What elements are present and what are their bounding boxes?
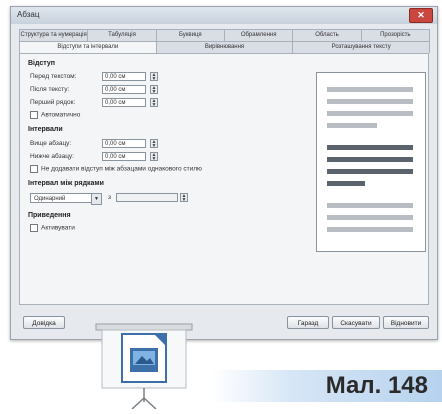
preview-line-current	[327, 169, 413, 174]
reset-button[interactable]: Відновити	[383, 316, 429, 329]
impress-app-icon	[94, 322, 194, 410]
tab-area[interactable]: Область	[292, 29, 362, 41]
auto-checkbox[interactable]: Автоматично	[30, 111, 80, 119]
above-paragraph-field[interactable]: 0,00 см	[102, 139, 146, 148]
register-heading: Приведення	[28, 212, 71, 219]
preview-line	[327, 99, 413, 104]
first-line-field[interactable]: 0,00 см	[102, 98, 146, 107]
preview-line	[327, 123, 377, 128]
tab-alignment[interactable]: Вирівнювання	[155, 41, 294, 53]
preview-line	[327, 87, 413, 92]
no-space-label: Не додавати відступ між абзацами однаков…	[41, 165, 202, 173]
preview-line-current	[327, 181, 365, 186]
window-title: Абзац	[17, 10, 40, 19]
above-paragraph-label: Вище абзацу:	[30, 140, 72, 147]
preview-line-current	[327, 145, 413, 150]
preview-line	[327, 203, 413, 208]
preview-line-current	[327, 157, 413, 162]
tab-row-top: Структура та нумерація Табуляція Буквиця…	[19, 29, 430, 41]
ok-button[interactable]: Гаразд	[287, 316, 329, 329]
paragraph-dialog: Абзац ✕ Структура та нумерація Табуляція…	[10, 6, 438, 340]
cancel-button[interactable]: Скасувати	[332, 316, 380, 329]
line-spacing-value-field[interactable]	[116, 193, 178, 202]
checkbox-box[interactable]	[30, 111, 38, 119]
tab-transparency[interactable]: Прозорість	[360, 29, 430, 41]
first-line-stepper[interactable]: ▲ ▼	[150, 98, 158, 108]
below-paragraph-field[interactable]: 0,00 см	[102, 152, 146, 161]
activate-label: Активувати	[41, 224, 75, 232]
tab-drop-caps[interactable]: Буквиця	[155, 29, 225, 41]
figure-caption: Мал. 148	[325, 372, 428, 399]
preview-line	[327, 215, 413, 220]
line-spacing-stepper[interactable]: ▲ ▼	[180, 193, 188, 203]
tab-indents-spacing[interactable]: Відступи та інтервали	[19, 41, 157, 53]
before-text-stepper[interactable]: ▲ ▼	[150, 72, 158, 82]
indent-heading: Відступ	[28, 60, 55, 67]
checkbox-box[interactable]	[30, 224, 38, 232]
first-line-label: Перший рядок:	[30, 99, 76, 106]
after-text-label: Після тексту:	[30, 86, 70, 93]
activate-checkbox[interactable]: Активувати	[30, 224, 75, 232]
tab-tabs[interactable]: Табуляція	[87, 29, 157, 41]
after-text-stepper[interactable]: ▲ ▼	[150, 85, 158, 95]
checkbox-box[interactable]	[30, 165, 38, 173]
close-button[interactable]: ✕	[409, 8, 433, 23]
below-paragraph-stepper[interactable]: ▲ ▼	[150, 152, 158, 162]
line-spacing-select[interactable]: Одинарний ▼	[30, 193, 102, 205]
of-label: з	[108, 194, 111, 201]
help-button[interactable]: Довідка	[23, 316, 65, 329]
caption-band: Мал. 148	[212, 370, 442, 402]
above-paragraph-stepper[interactable]: ▲ ▼	[150, 139, 158, 149]
after-text-field[interactable]: 0,00 см	[102, 85, 146, 94]
chevron-down-icon[interactable]: ▼	[91, 193, 102, 205]
tab-text-flow[interactable]: Розташування тексту	[292, 41, 431, 53]
line-spacing-value: Одинарний	[34, 196, 66, 202]
preview-line	[327, 227, 413, 232]
below-paragraph-label: Нижче абзацу:	[30, 153, 74, 160]
tab-borders[interactable]: Обрамлення	[223, 29, 294, 41]
tab-panel: Відступ Перед текстом: 0,00 см ▲ ▼ Після …	[19, 53, 429, 305]
auto-label: Автоматично	[41, 111, 81, 119]
paragraph-preview	[316, 72, 426, 252]
spacing-heading: Інтервали	[28, 126, 63, 133]
tab-row-bottom: Відступи та інтервали Вирівнювання Розта…	[19, 41, 431, 53]
before-text-field[interactable]: 0,00 см	[102, 72, 146, 81]
tab-outline-numbering[interactable]: Структура та нумерація	[19, 29, 89, 41]
preview-line	[327, 111, 413, 116]
before-text-label: Перед текстом:	[30, 73, 77, 80]
title-bar: Абзац ✕	[11, 7, 437, 24]
line-spacing-heading: Інтервал між рядками	[28, 180, 104, 187]
no-space-checkbox[interactable]: Не додавати відступ між абзацами однаков…	[30, 165, 202, 173]
